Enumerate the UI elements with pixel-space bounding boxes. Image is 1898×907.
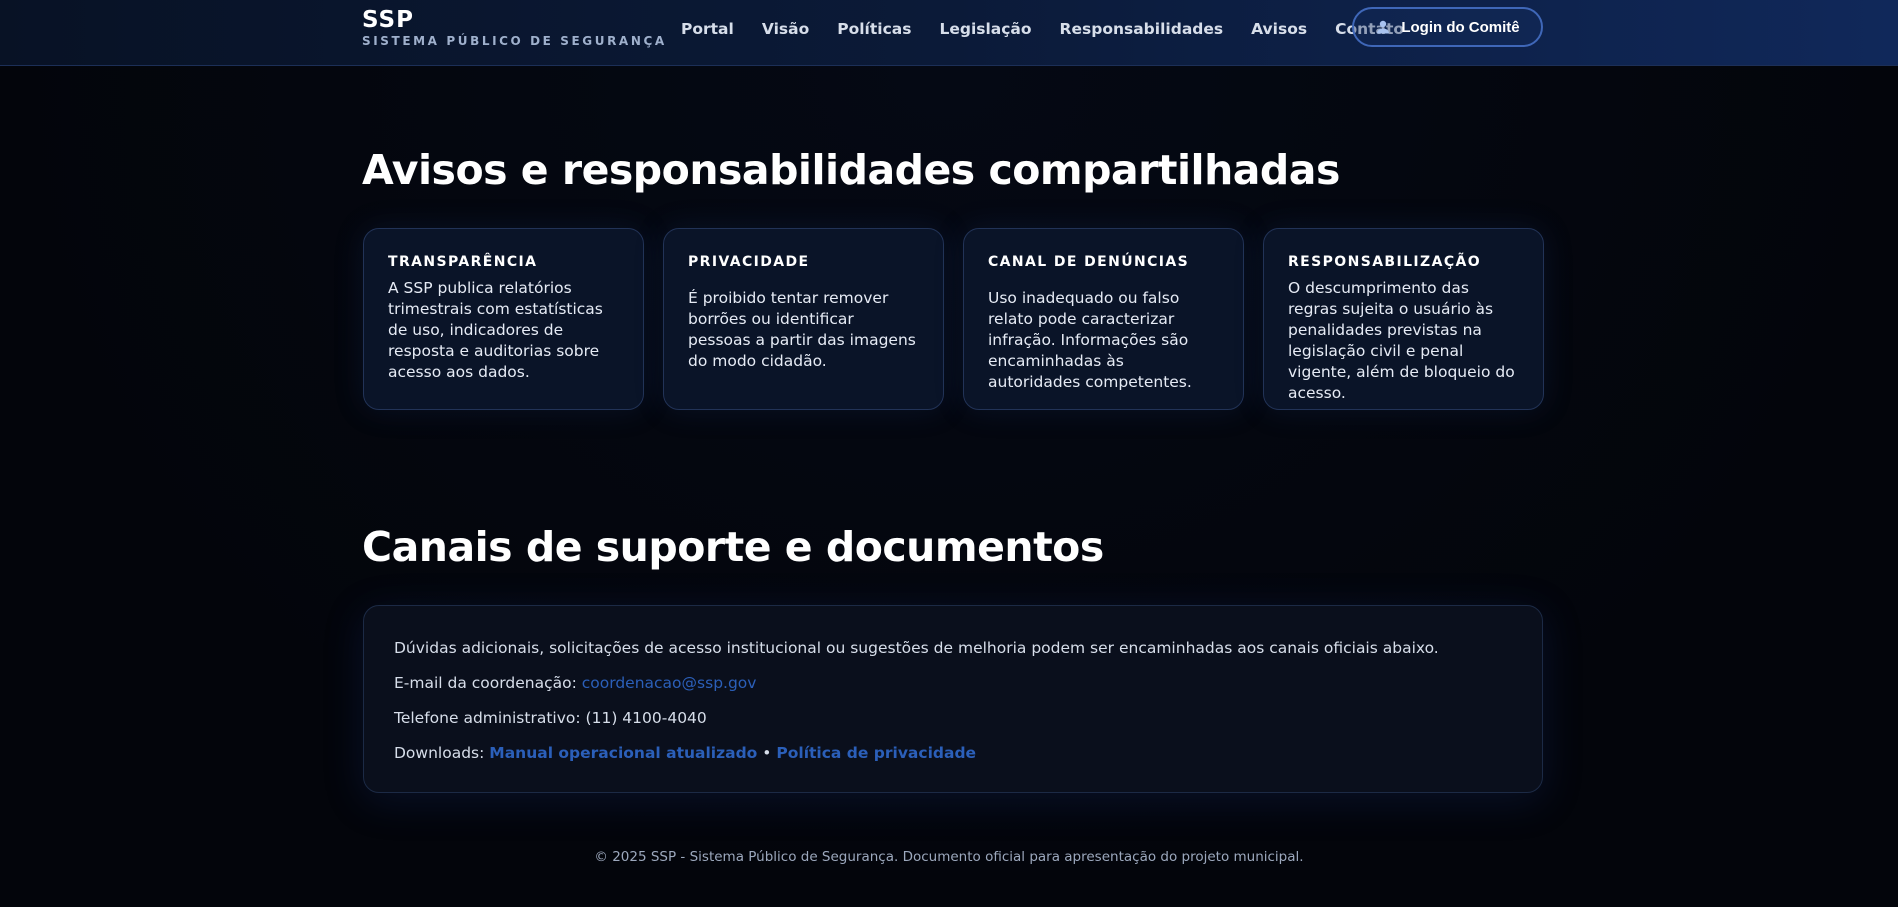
login-button-label: Login do Comitê — [1401, 18, 1520, 36]
main-nav: Portal Visão Políticas Legislação Respon… — [681, 19, 1432, 39]
notices-card-row: TRANSPARÊNCIA A SSP publica relatórios t… — [363, 228, 1544, 410]
nav-item-portal[interactable]: Portal — [681, 19, 734, 39]
downloads-label: Downloads: — [394, 744, 485, 762]
card-privacidade: PRIVACIDADE É proibido tentar remover bo… — [663, 228, 944, 410]
top-navigation-bar: SSP SISTEMA PÚBLICO DE SEGURANÇA Portal … — [0, 0, 1898, 66]
card-text: O descumprimento das regras sujeita o us… — [1288, 279, 1515, 402]
nav-item-legislacao[interactable]: Legislação — [939, 19, 1031, 39]
card-responsabilizacao: RESPONSABILIZAÇÃO O descumprimento das r… — [1263, 228, 1544, 410]
card-title: RESPONSABILIZAÇÃO — [1288, 254, 1482, 270]
login-committee-button[interactable]: Login do Comitê — [1352, 7, 1543, 47]
manual-download-link[interactable]: Manual operacional atualizado — [489, 744, 757, 762]
link-separator: • — [762, 744, 772, 762]
card-title: CANAL DE DENÚNCIAS — [988, 254, 1190, 270]
card-title: PRIVACIDADE — [688, 254, 810, 270]
support-intro: Dúvidas adicionais, solicitações de aces… — [394, 639, 1439, 657]
nav-item-avisos[interactable]: Avisos — [1251, 19, 1307, 39]
user-icon — [1377, 20, 1390, 34]
brand-subtitle: SISTEMA PÚBLICO DE SEGURANÇA — [362, 34, 667, 48]
support-email-line: E-mail da coordenação: coordenacao@ssp.g… — [394, 673, 1512, 693]
brand-name: SSP — [362, 7, 414, 33]
footer-copyright: © 2025 SSP - Sistema Público de Seguranç… — [594, 849, 1304, 865]
card-text: Uso inadequado ou falso relato pode cara… — [988, 289, 1192, 391]
support-panel: Dúvidas adicionais, solicitações de aces… — [363, 605, 1543, 793]
phone-value: (11) 4100-4040 — [585, 709, 707, 727]
support-downloads-line: Downloads: Manual operacional atualizado… — [394, 743, 1512, 763]
nav-item-responsabilidades[interactable]: Responsabilidades — [1060, 19, 1224, 39]
card-title: TRANSPARÊNCIA — [388, 254, 538, 270]
phone-label: Telefone administrativo: — [394, 709, 581, 727]
brand[interactable]: SSP SISTEMA PÚBLICO DE SEGURANÇA — [362, 6, 667, 48]
email-link[interactable]: coordenacao@ssp.gov — [582, 674, 757, 692]
notices-section-title: Avisos e responsabilidades compartilhada… — [362, 146, 1340, 194]
email-label: E-mail da coordenação: — [394, 674, 577, 692]
nav-item-politicas[interactable]: Políticas — [837, 19, 911, 39]
privacy-policy-link[interactable]: Política de privacidade — [776, 744, 976, 762]
card-text: A SSP publica relatórios trimestrais com… — [388, 279, 603, 381]
card-transparencia: TRANSPARÊNCIA A SSP publica relatórios t… — [363, 228, 644, 410]
card-text: É proibido tentar remover borrões ou ide… — [688, 289, 916, 370]
support-section-title: Canais de suporte e documentos — [362, 523, 1104, 571]
support-phone-line: Telefone administrativo: (11) 4100-4040 — [394, 708, 1512, 728]
card-canal-denuncias: CANAL DE DENÚNCIAS Uso inadequado ou fal… — [963, 228, 1244, 410]
nav-item-visao[interactable]: Visão — [762, 19, 809, 39]
